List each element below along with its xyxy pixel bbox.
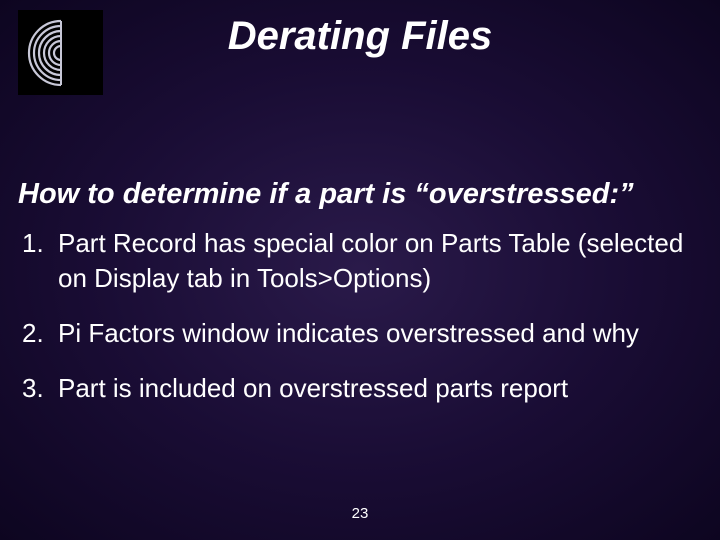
list-item: 1. Part Record has special color on Part… [22, 226, 698, 296]
list-number: 1. [22, 226, 58, 261]
list-item: 3. Part is included on overstressed part… [22, 371, 698, 406]
list-text: Part Record has special color on Parts T… [58, 226, 698, 296]
list-number: 2. [22, 316, 58, 351]
list-item: 2. Pi Factors window indicates overstres… [22, 316, 698, 351]
numbered-list: 1. Part Record has special color on Part… [22, 226, 698, 426]
page-number: 23 [0, 505, 720, 522]
list-number: 3. [22, 371, 58, 406]
list-text: Part is included on overstressed parts r… [58, 371, 698, 406]
slide-subtitle: How to determine if a part is “overstres… [18, 178, 634, 211]
slide-title: Derating Files [0, 14, 720, 59]
list-text: Pi Factors window indicates overstressed… [58, 316, 698, 351]
